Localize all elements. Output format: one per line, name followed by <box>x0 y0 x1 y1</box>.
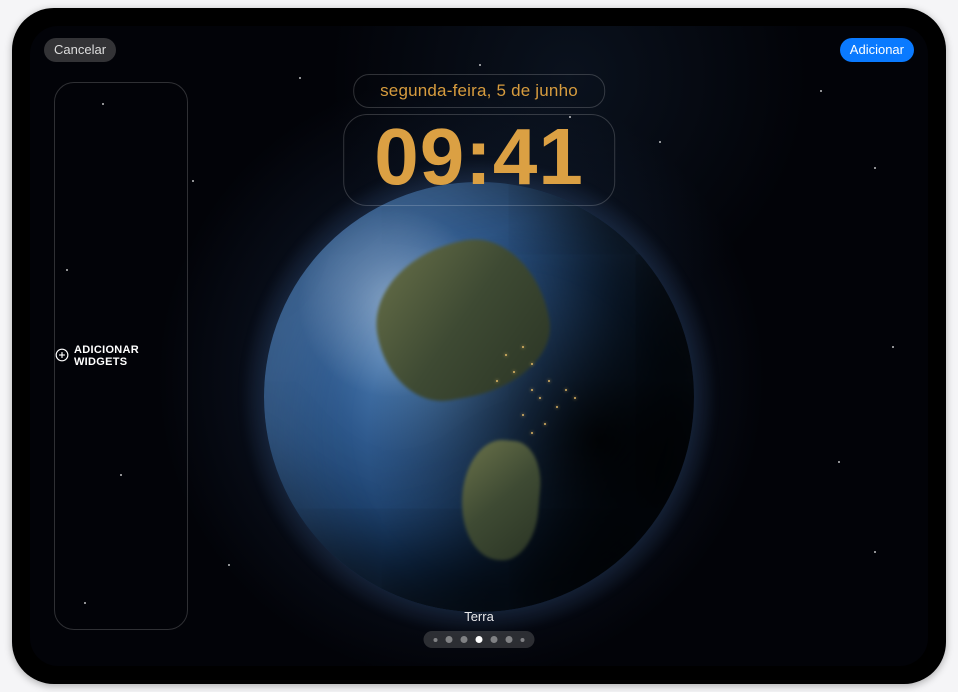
add-widgets-button[interactable]: ADICIONAR WIDGETS <box>55 344 187 368</box>
wallpaper-pager[interactable] <box>424 631 535 648</box>
page-dot[interactable] <box>521 638 525 642</box>
wallpaper-name-label: Terra <box>464 609 494 624</box>
date-time-group: segunda-feira, 5 de junho 09:41 <box>343 74 615 206</box>
page-dot[interactable] <box>506 636 513 643</box>
page-dot-active[interactable] <box>476 636 483 643</box>
date-widget[interactable]: segunda-feira, 5 de junho <box>353 74 605 108</box>
lockscreen-editor: Cancelar Adicionar segunda-feira, 5 de j… <box>30 26 928 666</box>
widget-slot-left[interactable]: ADICIONAR WIDGETS <box>54 82 188 630</box>
device-frame: Cancelar Adicionar segunda-feira, 5 de j… <box>12 8 946 684</box>
earth-wallpaper <box>264 182 694 612</box>
plus-circle-icon <box>55 348 69 365</box>
add-widgets-label: ADICIONAR WIDGETS <box>74 344 187 368</box>
page-dot[interactable] <box>434 638 438 642</box>
top-bar: Cancelar Adicionar <box>44 38 914 62</box>
page-dot[interactable] <box>491 636 498 643</box>
add-button[interactable]: Adicionar <box>840 38 914 62</box>
page-dot[interactable] <box>461 636 468 643</box>
cancel-button[interactable]: Cancelar <box>44 38 116 62</box>
clock-widget[interactable]: 09:41 <box>343 114 615 206</box>
page-dot[interactable] <box>446 636 453 643</box>
